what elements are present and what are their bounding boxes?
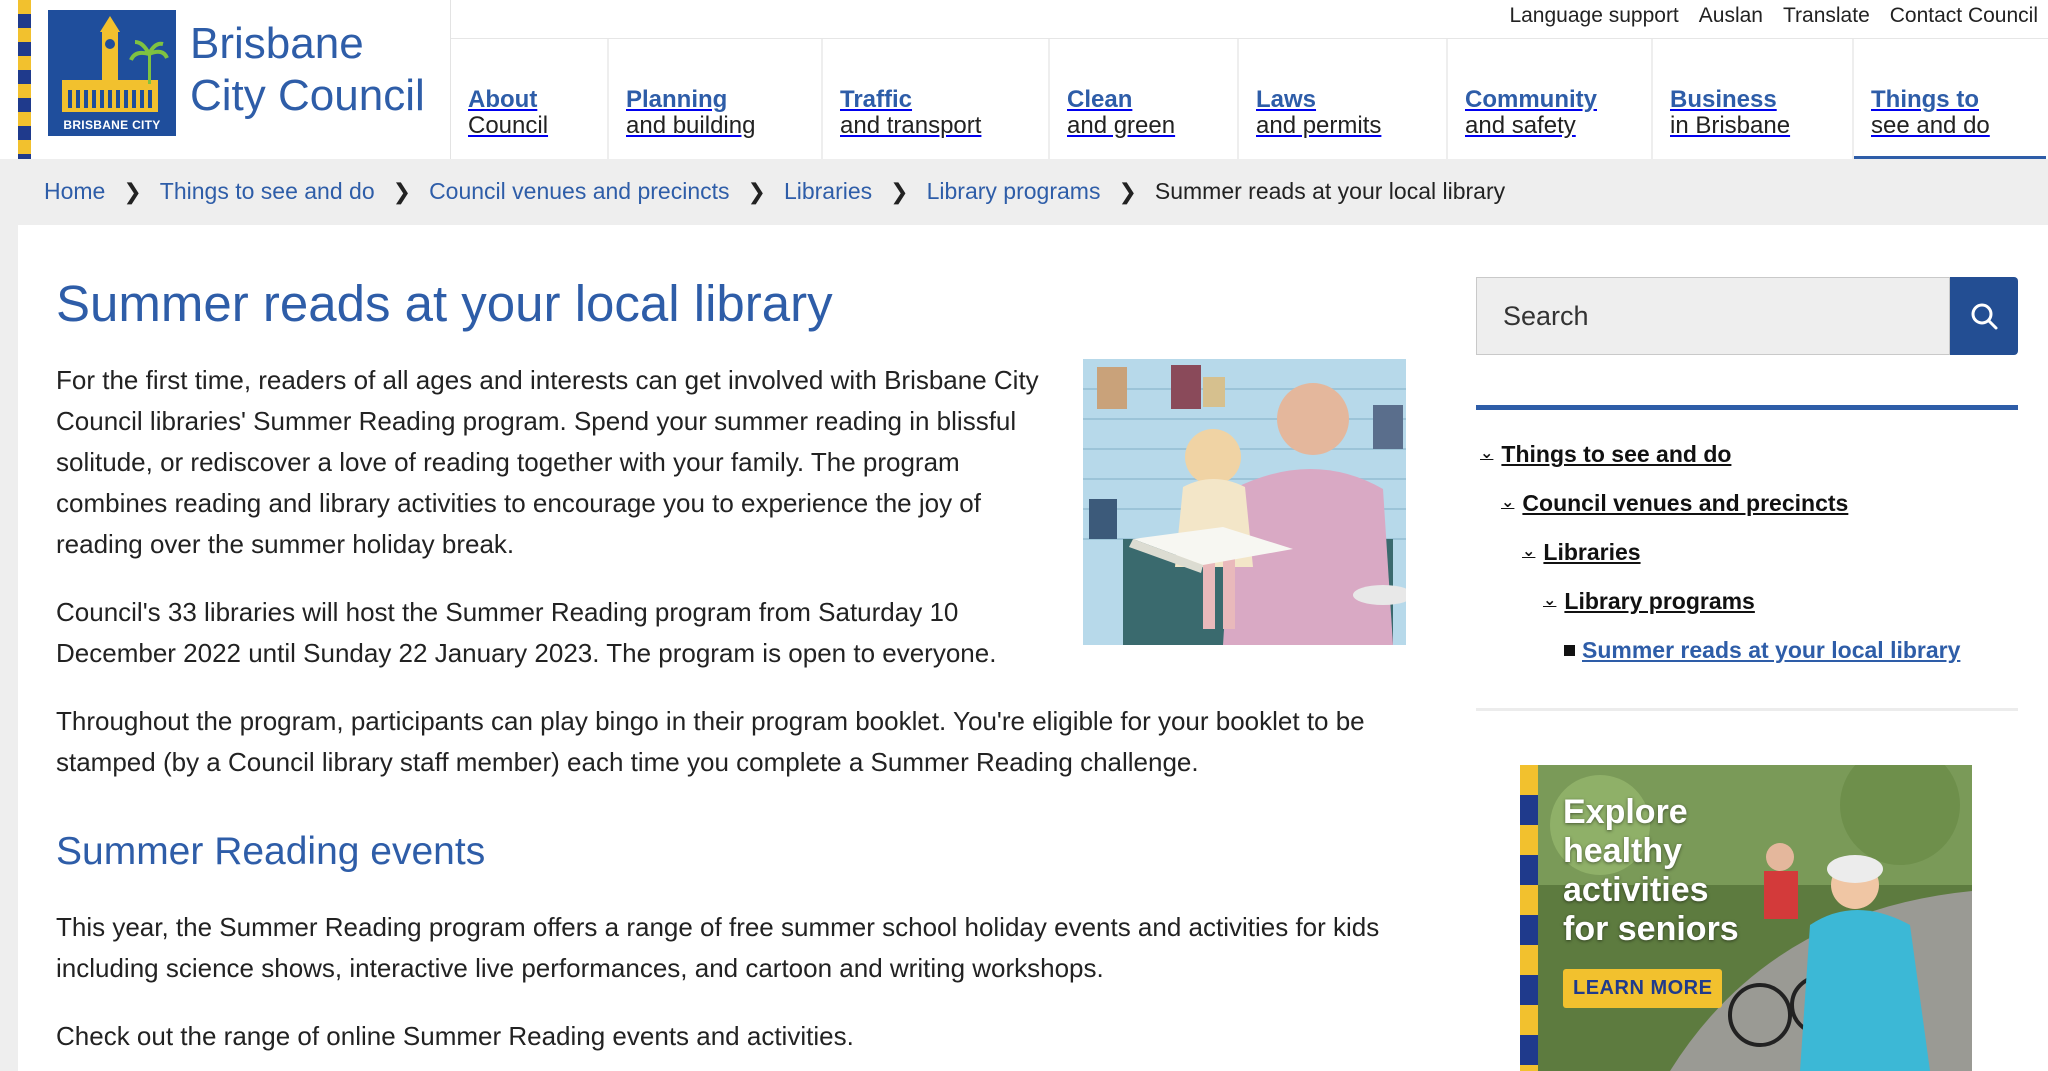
nav-laws-and-permits[interactable]: Laws and permits: [1239, 39, 1448, 159]
library-reading-photo: [1083, 359, 1406, 645]
page-title: Summer reads at your local library: [56, 275, 833, 332]
chevron-down-icon: ⌄: [1480, 444, 1494, 462]
nav-business-in-brisbane[interactable]: Business in Brisbane: [1653, 39, 1854, 159]
site-name[interactable]: Brisbane City Council: [190, 18, 425, 122]
bingo-paragraph: Throughout the program, participants can…: [56, 706, 1365, 777]
chevron-right-icon: ❯: [747, 178, 766, 204]
breadcrumb-library-programs[interactable]: Library programs: [927, 178, 1101, 205]
chevron-right-icon: ❯: [392, 178, 412, 204]
nav-label-primary: Community: [1465, 86, 1597, 113]
page-gutter: [0, 225, 18, 1071]
breadcrumb-home[interactable]: Home: [44, 178, 105, 205]
nav-label-secondary: see and do: [1871, 112, 1990, 139]
nav-label-primary: Business: [1670, 86, 1777, 113]
sidenav-libraries[interactable]: ⌄ Libraries: [1522, 539, 1641, 566]
nav-label-primary: Planning: [626, 86, 728, 113]
promo-line: healthy: [1563, 832, 1683, 870]
nav-traffic-and-transport[interactable]: Traffic and transport: [823, 39, 1050, 159]
events-heading: Summer Reading events: [56, 830, 486, 873]
nav-label-primary: Traffic: [840, 86, 913, 113]
site-header: BRISBANE CITY Brisbane City Council Lang…: [0, 0, 2048, 159]
events-paragraph: This year, the Summer Reading program of…: [56, 912, 1380, 983]
nav-label-primary: Laws: [1256, 86, 1317, 113]
promo-line: activities: [1563, 871, 1709, 909]
sidenav-things-to-see-and-do[interactable]: ⌄ Things to see and do: [1480, 441, 1731, 468]
search-button[interactable]: [1950, 277, 2018, 355]
auslan-link[interactable]: Auslan: [1699, 4, 1763, 28]
logo-caption: BRISBANE CITY: [63, 118, 161, 132]
online-events-paragraph: Check out the range of online Summer Rea…: [56, 1021, 854, 1051]
bullet-square-icon: [1564, 645, 1575, 656]
breadcrumb-libraries[interactable]: Libraries: [784, 178, 872, 205]
breadcrumb-current: Summer reads at your local library: [1154, 178, 1506, 204]
translate-link[interactable]: Translate: [1783, 4, 1870, 28]
main-navigation: About Council Planning and building Traf…: [451, 39, 2046, 159]
nav-things-to-see-and-do[interactable]: Things to see and do: [1854, 39, 2046, 159]
brand-stripe: [18, 0, 31, 159]
sidenav-library-programs[interactable]: ⌄ Library programs: [1543, 588, 1755, 615]
nav-label-secondary: and safety: [1465, 112, 1576, 139]
sidenav-council-venues[interactable]: ⌄ Council venues and precincts: [1501, 490, 1848, 517]
sidenav-label: Summer reads at your local library: [1582, 637, 1961, 663]
site-name-line1: Brisbane: [190, 19, 364, 68]
breadcrumb-bar: Home ❯ Things to see and do ❯ Council ve…: [0, 159, 2048, 225]
chevron-right-icon: ❯: [1118, 178, 1137, 204]
sidenav-label: Library programs: [1564, 588, 1755, 614]
promo-line: Explore: [1563, 793, 1688, 831]
sidebar-bottom-divider: [1476, 708, 2018, 711]
sidebar-divider: [1476, 405, 2018, 410]
chevron-right-icon: ❯: [890, 178, 909, 204]
nav-about-council[interactable]: About Council: [451, 39, 609, 159]
sidenav-label: Things to see and do: [1501, 441, 1732, 467]
chevron-down-icon: ⌄: [1522, 542, 1536, 560]
nav-clean-and-green[interactable]: Clean and green: [1050, 39, 1239, 159]
nav-label-primary: About: [468, 86, 538, 113]
search-input[interactable]: [1476, 277, 1950, 355]
chevron-down-icon: ⌄: [1543, 591, 1557, 609]
nav-planning-and-building[interactable]: Planning and building: [609, 39, 823, 159]
search-icon: [1971, 303, 1998, 330]
promo-brand-stripe: [1520, 765, 1538, 1071]
nav-label-secondary: Council: [468, 112, 549, 139]
dates-paragraph: Council's 33 libraries will host the Sum…: [56, 597, 997, 668]
breadcrumb-council-venues[interactable]: Council venues and precincts: [429, 178, 729, 205]
site-name-line2: City Council: [190, 71, 425, 120]
contact-council-link[interactable]: Contact Council: [1890, 4, 2038, 28]
nav-label-primary: Clean: [1067, 86, 1133, 113]
council-logo[interactable]: BRISBANE CITY: [48, 10, 176, 136]
sidenav-current-page[interactable]: Summer reads at your local library: [1564, 637, 1960, 664]
nav-label-secondary: and transport: [840, 112, 982, 139]
search-form: [1476, 277, 2018, 355]
nav-community-and-safety[interactable]: Community and safety: [1448, 39, 1653, 159]
nav-label-secondary: in Brisbane: [1670, 112, 1791, 139]
language-support-link[interactable]: Language support: [1509, 4, 1678, 28]
nav-label-primary: Things to: [1871, 86, 1979, 113]
sidenav-label: Council venues and precincts: [1522, 490, 1849, 516]
breadcrumb-things-to-see-and-do[interactable]: Things to see and do: [160, 178, 375, 205]
utility-links: Language support Auslan Translate Contac…: [1509, 4, 2038, 28]
promo-line: for seniors: [1563, 910, 1739, 948]
nav-label-secondary: and green: [1067, 112, 1176, 139]
learn-more-button[interactable]: LEARN MORE: [1563, 969, 1723, 1008]
intro-paragraph: For the first time, readers of all ages …: [56, 365, 1039, 559]
sidenav-label: Libraries: [1543, 539, 1641, 565]
healthy-seniors-promo[interactable]: Explore healthy activities for seniors L…: [1520, 765, 1972, 1071]
chevron-right-icon: ❯: [123, 178, 142, 204]
nav-label-secondary: and building: [626, 112, 756, 139]
nav-label-secondary: and permits: [1256, 112, 1382, 139]
chevron-down-icon: ⌄: [1501, 493, 1515, 511]
promo-headline: Explore healthy activities for seniors: [1563, 793, 1739, 949]
breadcrumb: Home ❯ Things to see and do ❯ Council ve…: [44, 178, 1505, 205]
